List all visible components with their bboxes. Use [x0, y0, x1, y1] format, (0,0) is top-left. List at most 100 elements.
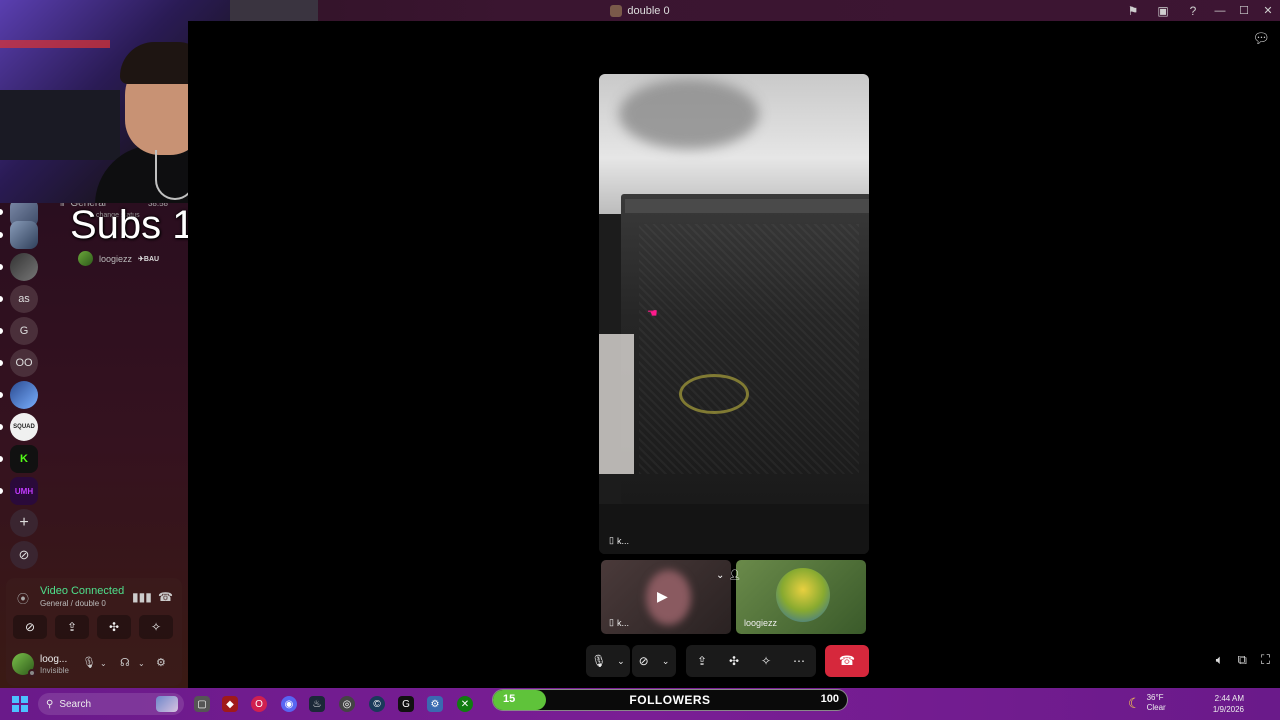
moon-icon: ☾ — [1128, 694, 1141, 711]
voice-user[interactable]: loogiezz ✈BAU — [78, 251, 159, 266]
chevron-down-icon[interactable]: ⌄ — [716, 570, 724, 581]
unread-pip — [0, 424, 3, 430]
settings-icon[interactable]: ⚙ — [156, 656, 166, 669]
soundboard-button[interactable]: ✧ — [139, 615, 173, 639]
task-view-icon[interactable]: ▢ — [194, 696, 210, 712]
steam-icon[interactable]: ♨ — [309, 696, 325, 712]
headphones-icon[interactable]: ☊ — [120, 656, 130, 669]
settings-icon[interactable]: ⚙ — [427, 696, 443, 712]
close-button[interactable]: ✕ — [1256, 0, 1280, 21]
inbox-icon[interactable]: ▣ — [1148, 0, 1178, 21]
more-icon[interactable]: ⋯ — [793, 654, 805, 668]
add-people-icon[interactable]: 👤︎ — [728, 570, 741, 581]
call-controls: 🎙︎ ⌄ ⊘ ⌄ ⇪ ✣ ✧ ⋯ ☎ — [586, 645, 870, 677]
participant-tile[interactable]: loogiezz — [736, 560, 866, 634]
participant-label: loogiezz — [744, 618, 778, 628]
fullscreen-icon[interactable]: ⛶ — [1261, 652, 1270, 668]
help-icon[interactable]: ? — [1178, 0, 1208, 21]
server-icon — [610, 4, 623, 17]
camera-off-icon[interactable]: ⊘ — [639, 654, 649, 668]
popout-icon[interactable]: ⧉ — [1238, 652, 1247, 668]
user-name[interactable]: loog... — [40, 654, 67, 665]
hang-up-icon: ☎ — [838, 653, 856, 668]
opera-icon[interactable]: O — [251, 696, 267, 712]
mic-control[interactable]: 🎙︎ ⌄ — [586, 645, 630, 677]
screen-share-icon: ⇪ — [66, 620, 78, 634]
time: 2:44 AM — [1214, 694, 1244, 703]
unread-pip — [0, 488, 3, 494]
avatar — [776, 568, 830, 622]
chat-icon[interactable]: 💬︎ — [1252, 30, 1270, 47]
add-server-icon[interactable]: + — [10, 509, 38, 537]
server-squad[interactable]: SQUAD — [10, 413, 38, 441]
participant-tile[interactable]: ▶ ▯ k... — [601, 560, 731, 634]
date: 1/9/2026 — [1212, 705, 1244, 714]
voice-channel-path[interactable]: General / double 0 — [40, 599, 106, 608]
main-video-feed[interactable]: ☚ ▯ k... — [599, 74, 869, 554]
unread-pip — [0, 264, 3, 270]
voice-status[interactable]: Video Connected — [40, 585, 124, 597]
chevron-down-icon[interactable]: ⌄ — [662, 656, 670, 667]
volume-icon[interactable]: 🔈︎ — [1216, 652, 1224, 668]
server-2[interactable] — [10, 221, 38, 249]
activities-icon: ✣ — [108, 620, 120, 634]
mic-icon[interactable]: 🎙︎ — [591, 654, 606, 668]
server-5[interactable] — [10, 381, 38, 409]
server-oo[interactable]: OO — [10, 349, 38, 377]
call-stage: 💬︎ ☚ ▯ k... ▶ ▯ k... loogiezz ⌄ 👤︎ 🎙︎ ⌄ … — [188, 21, 1280, 688]
camera-off-icon: ⊘ — [24, 620, 36, 634]
activities-icon[interactable]: ✣ — [729, 654, 739, 668]
weather-widget[interactable]: ☾ 36°F Clear — [1128, 693, 1166, 713]
user-panel: loog... Invisible 🎙︎ ⌄ ☊ ⌄ ⚙ — [8, 650, 184, 680]
unread-pip — [0, 456, 3, 462]
participant-label: ▯ k... — [609, 617, 629, 628]
disconnect-icon[interactable]: ☎ — [158, 590, 173, 604]
goal-label: FOLLOWERS — [629, 693, 711, 707]
screen: double 0 ⚑ ▣ ? — ☐ ✕ as G OO SQUAD K UMH… — [0, 0, 1280, 720]
activities-button[interactable]: ✣ — [97, 615, 131, 639]
logitech-icon[interactable]: G — [398, 696, 414, 712]
obs-icon[interactable]: ◎ — [339, 696, 355, 712]
chevron-down-icon[interactable]: ⌄ — [617, 656, 625, 667]
signal-icon[interactable]: ⦿ — [17, 590, 29, 607]
noise-suppression-icon[interactable]: ▮▮▮ — [132, 590, 152, 604]
xbox-icon[interactable]: ✕ — [457, 696, 473, 712]
unread-pip — [0, 209, 3, 215]
app-icon[interactable]: © — [369, 696, 385, 712]
mic-icon[interactable]: 🎙︎ — [82, 656, 96, 669]
soundboard-icon[interactable]: ✧ — [761, 654, 771, 668]
phone-icon: ▯ — [609, 617, 614, 627]
maximize-button[interactable]: ☐ — [1232, 0, 1256, 21]
clock[interactable]: 2:44 AM 1/9/2026 — [1213, 693, 1244, 715]
camera-control[interactable]: ⊘ ⌄ — [632, 645, 676, 677]
camera-off-button[interactable]: ⊘ — [13, 615, 47, 639]
screen-share-button[interactable]: ⇪ — [55, 615, 89, 639]
video-label: ▯ k... — [609, 535, 629, 546]
flag-icon[interactable]: ⚑ — [1118, 0, 1148, 21]
discover-icon[interactable]: ⊘ — [10, 541, 38, 569]
server-umh[interactable]: UMH — [10, 477, 38, 505]
screen-share-icon[interactable]: ⇪ — [697, 654, 707, 668]
windows-start-icon[interactable] — [12, 696, 28, 712]
app-icon[interactable]: ◆ — [222, 696, 238, 712]
unread-pip — [0, 232, 3, 238]
server-kick[interactable]: K — [10, 445, 38, 473]
server-3[interactable] — [10, 253, 38, 281]
server-g[interactable]: G — [10, 317, 38, 345]
cursor-icon: ☚ — [647, 306, 658, 320]
discord-icon[interactable]: ◉ — [281, 696, 297, 712]
end-call-button[interactable]: ☎ — [825, 645, 869, 677]
minimize-button[interactable]: — — [1208, 0, 1232, 21]
unread-pip — [0, 392, 3, 398]
weather-temp: 36°F — [1146, 693, 1164, 702]
unread-pip — [0, 360, 3, 366]
chevron-down-icon[interactable]: ⌄ — [100, 659, 107, 668]
search-icon: ⚲ — [46, 698, 54, 710]
chevron-down-icon[interactable]: ⌄ — [138, 659, 145, 668]
taskbar-search[interactable]: ⚲ Search — [38, 693, 184, 715]
sidebar: as G OO SQUAD K UMH + ⊘ ⦀ General 38:58 … — [0, 198, 188, 688]
weather-desc: Clear — [1146, 703, 1166, 712]
server-as[interactable]: as — [10, 285, 38, 313]
tile-controls[interactable]: ⌄ 👤︎ — [716, 566, 748, 584]
status-indicator — [28, 669, 36, 677]
